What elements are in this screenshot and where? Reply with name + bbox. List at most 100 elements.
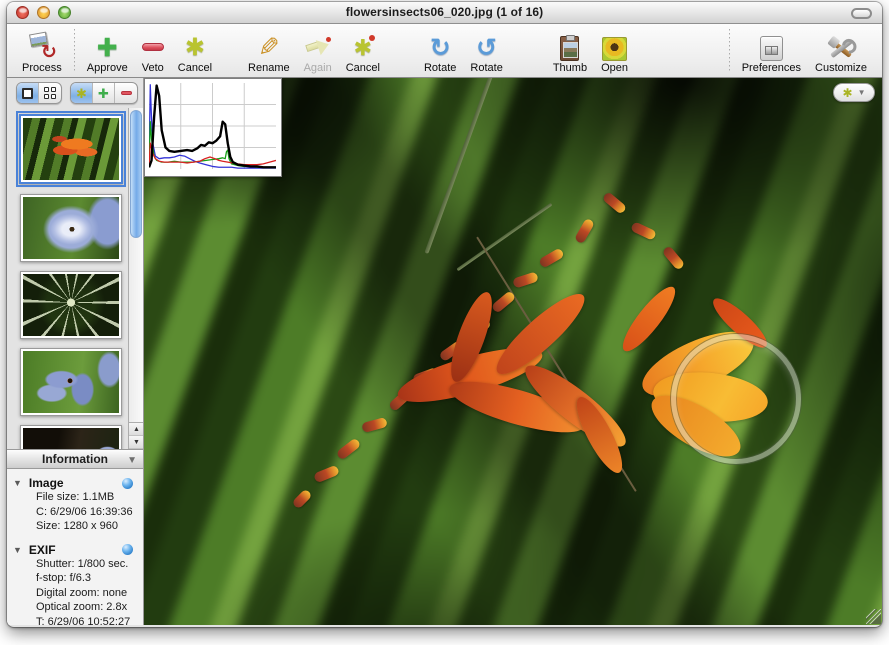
flower-bud [335, 438, 361, 461]
thumbnail-list: ▲ ▼ [7, 108, 143, 449]
information-panel: ▼ Image File size: 1.1MB C: 6/29/06 16:3… [7, 469, 143, 625]
toolbar-button-veto[interactable]: Veto [135, 30, 171, 74]
image-section-header[interactable]: ▼ Image [13, 476, 141, 490]
toolbar-toggle-button[interactable] [851, 8, 872, 19]
single-square-icon [22, 88, 33, 99]
scrollbar-thumb[interactable] [130, 110, 142, 238]
histogram-svg [149, 83, 276, 169]
resize-grip[interactable] [866, 609, 881, 624]
grid-squares-icon [44, 87, 56, 99]
rotate-clockwise-icon: ↻ [430, 30, 451, 61]
toolbar-button-rotate-cw[interactable]: ↻ Rotate [417, 30, 463, 74]
blue-orb-icon[interactable] [122, 478, 133, 489]
toolbar: ↻ Process ✚ Approve Veto ✱ Cancel ✎ Rena… [7, 24, 882, 78]
section-title: Image [29, 476, 64, 490]
information-header-label: Information [42, 452, 108, 466]
toolbar-button-open[interactable]: Open [594, 30, 635, 74]
disclosure-triangle-icon[interactable]: ▼ [13, 545, 22, 555]
thumbnail-1-orange-crocosmia[interactable] [19, 114, 123, 184]
scroll-up-arrow[interactable]: ▲ [129, 423, 143, 436]
thumbnail-2-agapanthus-bee[interactable] [20, 194, 122, 262]
customize-tools-icon [827, 30, 855, 61]
toolbar-label: Again [304, 62, 332, 74]
sidebar: ✱ ✚ ▲ ▼ [7, 78, 143, 625]
info-row-taken: T: 6/29/06 10:52:27 [13, 615, 141, 626]
exif-section: ▼ EXIF Shutter: 1/800 sec. f-stop: f/6.3… [13, 543, 141, 626]
histogram-grid [149, 83, 276, 169]
thumbnail-5-partial[interactable] [20, 425, 122, 449]
info-row-fstop: f-stop: f/6.3 [13, 571, 141, 586]
tag-dropdown-button[interactable]: ✱ ▼ [833, 83, 875, 102]
information-header[interactable]: Information ▼ [7, 449, 143, 469]
toolbar-button-process[interactable]: ↻ Process [15, 30, 69, 74]
flower-bud [601, 191, 627, 215]
toolbar-button-approve[interactable]: ✚ Approve [80, 30, 135, 74]
toolbar-button-customize[interactable]: Customize [808, 30, 874, 74]
flower-bud [491, 290, 517, 314]
info-row-digital-zoom: Digital zoom: none [13, 586, 141, 601]
info-row-optical-zoom: Optical zoom: 2.8x [13, 600, 141, 615]
flower-stem [456, 203, 552, 271]
preferences-switchplate-icon [760, 30, 783, 61]
toolbar-label: Open [601, 62, 628, 74]
toolbar-label: Thumb [553, 62, 587, 74]
again-arrow-icon [305, 30, 331, 61]
toolbar-label: Preferences [742, 62, 801, 74]
toolbar-button-rename[interactable]: ✎ Rename [241, 30, 297, 74]
info-row-shutter: Shutter: 1/800 sec. [13, 557, 141, 572]
toolbar-separator [729, 29, 730, 73]
flower-bud [291, 488, 312, 509]
thumbnail-3-agapanthus-buds[interactable] [20, 271, 122, 339]
thumbnail-photo [23, 197, 119, 259]
toolbar-label: Cancel [346, 62, 380, 74]
content: ✱ ✚ ▲ ▼ [7, 78, 882, 625]
asterisk-icon: ✱ [76, 87, 87, 100]
thumbnail-scrollbar[interactable]: ▲ ▼ [128, 108, 143, 449]
toolbar-label: Rotate [424, 62, 456, 74]
rename-pencil-icon: ✎ [258, 30, 280, 61]
toolbar-button-again: Again [297, 30, 339, 74]
veto-minus-icon [142, 30, 164, 61]
info-row-size: Size: 1280 x 960 [13, 519, 141, 534]
thumb-clipboard-icon [560, 30, 579, 61]
asterisk-icon: ✱ [843, 87, 853, 99]
toolbar-button-thumb[interactable]: Thumb [546, 30, 594, 74]
flower-petal [616, 280, 683, 357]
flower-bud [630, 221, 657, 241]
open-image-icon [602, 30, 627, 61]
toolbar-label: Approve [87, 62, 128, 74]
collapse-triangle-icon[interactable]: ▼ [127, 455, 137, 466]
grid-view-segment[interactable] [39, 83, 61, 103]
thumbnail-4-flower-fly[interactable] [20, 348, 122, 416]
flower-bud [361, 417, 388, 433]
flower-bud [538, 247, 565, 268]
thumbnail-photo [23, 351, 119, 413]
tag-minus-segment[interactable] [115, 83, 137, 103]
magnifier-loupe-ring[interactable] [671, 334, 801, 464]
toolbar-label: Rotate [470, 62, 502, 74]
toolbar-label: Cancel [178, 62, 212, 74]
toolbar-button-cancel-rename[interactable]: ✱ Cancel [339, 30, 387, 74]
toolbar-label: Rename [248, 62, 290, 74]
window-title: flowersinsects06_020.jpg (1 of 16) [7, 5, 882, 19]
flower-bud [574, 217, 595, 244]
toolbar-button-preferences[interactable]: Preferences [735, 30, 808, 74]
toolbar-label: Customize [815, 62, 867, 74]
scroll-down-arrow[interactable]: ▼ [129, 436, 143, 449]
tag-plus-segment[interactable]: ✚ [93, 83, 115, 103]
info-row-created: C: 6/29/06 16:39:36 [13, 505, 141, 520]
approve-plus-icon: ✚ [97, 30, 118, 61]
toolbar-button-cancel-tag[interactable]: ✱ Cancel [171, 30, 219, 74]
plus-icon: ✚ [98, 87, 109, 100]
single-preview-segment[interactable] [17, 83, 39, 103]
toolbar-button-rotate-ccw[interactable]: ↺ Rotate [463, 30, 509, 74]
exif-section-header[interactable]: ▼ EXIF [13, 543, 141, 557]
photo-preview[interactable]: ✱ ▼ [143, 78, 882, 625]
histogram-overlay [144, 78, 282, 177]
tag-asterisk-segment[interactable]: ✱ [71, 83, 93, 103]
blue-orb-icon[interactable] [122, 544, 133, 555]
minus-icon [121, 91, 132, 95]
flower-bud [661, 245, 685, 271]
disclosure-triangle-icon[interactable]: ▼ [13, 478, 22, 488]
titlebar[interactable]: flowersinsects06_020.jpg (1 of 16) [7, 2, 882, 24]
